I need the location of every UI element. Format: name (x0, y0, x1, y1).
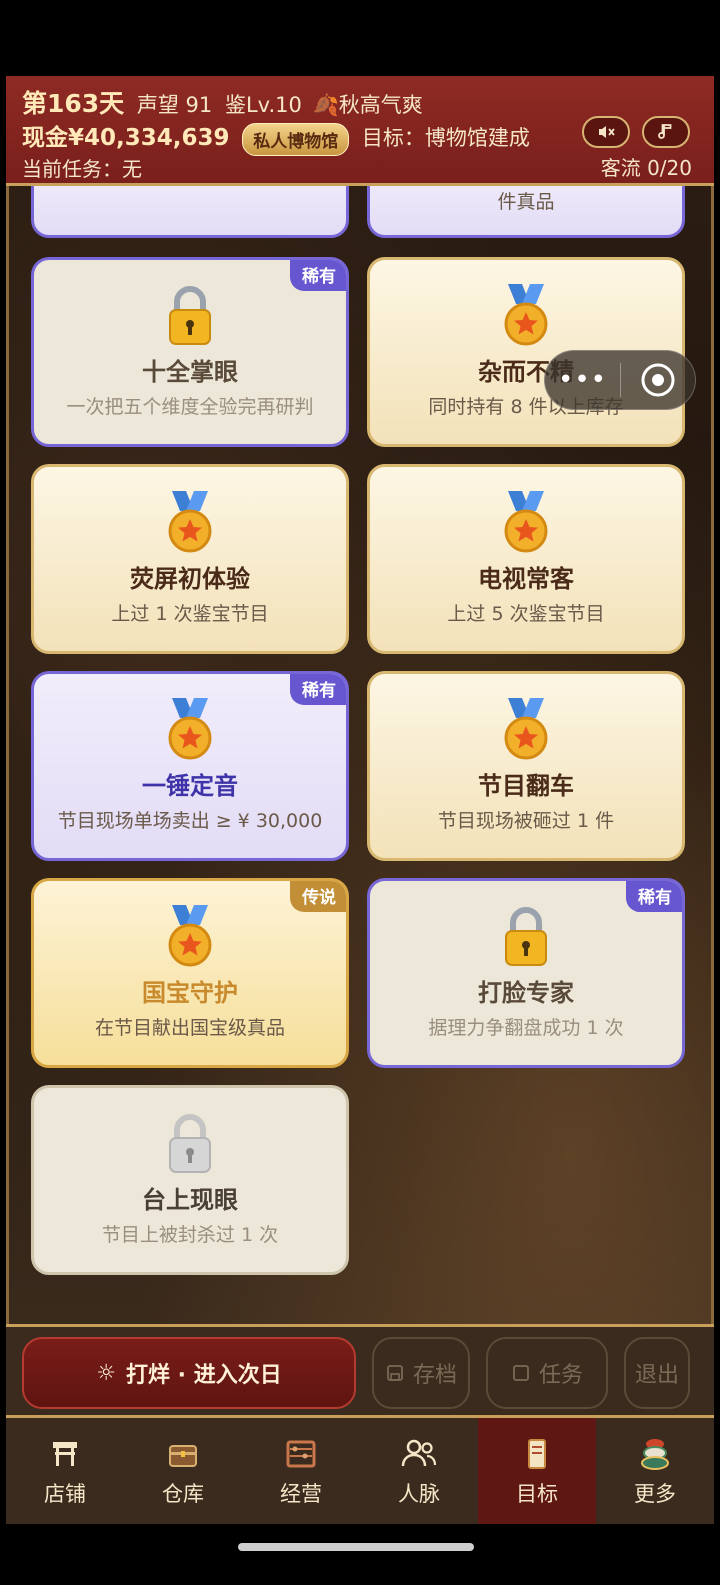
task-icon (513, 1365, 529, 1381)
achievement-title: 荧屏初体验 (130, 565, 250, 593)
achievement-title: 打脸专家 (478, 979, 574, 1007)
achievement-card[interactable]: 稀有 一锤定音 节目现场单场卖出 ≥ ¥ 30,000 (31, 671, 349, 861)
achievement-desc: 一次把五个维度全验完再研判 (66, 396, 314, 418)
scroll-icon (528, 1439, 546, 1469)
achievement-desc: 节目上被封杀过 1 次 (101, 1224, 279, 1246)
rarity-badge: 稀有 (626, 881, 682, 912)
nav-label: 经营 (280, 1482, 322, 1506)
speaker-muted-icon (599, 126, 615, 138)
achievement-desc: 节目现场被砸过 1 件 (437, 810, 615, 832)
game-header: 第163天 声望 91 鉴Lv.10 🍂秋高气爽 现金¥40,334,639 私… (6, 76, 714, 186)
home-indicator[interactable] (238, 1543, 474, 1551)
lock-icon (505, 907, 547, 966)
nav-warehouse[interactable]: 仓库 (124, 1418, 242, 1524)
achievement-title: 国宝守护 (142, 979, 238, 1007)
header-cash-row: 现金¥40,334,639 私人博物馆 目标：博物馆建成 (22, 118, 530, 156)
nav-more[interactable]: 更多 (596, 1418, 714, 1524)
reputation: 声望 91 (136, 93, 213, 117)
season-text: 秋高气爽 (338, 93, 423, 117)
more-menu-button[interactable]: ••• (545, 365, 620, 395)
abacus-icon (286, 1440, 316, 1468)
goal-text: 目标：博物馆建成 (361, 126, 530, 150)
mute-button[interactable] (582, 116, 630, 148)
achievement-desc: 在节目献出国宝级真品 (94, 1017, 285, 1039)
achievement-title: 十全掌眼 (142, 358, 238, 386)
achievement-card[interactable]: 传说 国宝守护 在节目献出国宝级真品 (31, 878, 349, 1068)
miniprogram-capsule: ••• (544, 350, 696, 410)
nav-label: 仓库 (162, 1482, 204, 1506)
nav-business[interactable]: 经营 (242, 1418, 360, 1524)
status-bar (0, 0, 720, 76)
nav-contacts[interactable]: 人脉 (360, 1418, 478, 1524)
achievement-card[interactable]: 荧屏初体验 上过 1 次鉴宝节目 (31, 464, 349, 654)
music-note-icon (658, 124, 672, 139)
nav-label: 店铺 (44, 1482, 86, 1506)
nav-shop[interactable]: 店铺 (6, 1418, 124, 1524)
rarity-badge: 稀有 (290, 674, 346, 705)
treasure-chest-icon (169, 1445, 197, 1467)
system-nav-area (0, 1524, 720, 1585)
customer-flow: 客流 0/20 (600, 156, 692, 180)
achievement-title: 节目翻车 (478, 772, 574, 800)
medal-icon (504, 698, 548, 760)
action-bar: ☼ 打烊 · 进入次日 存档 任务 退出 (6, 1324, 714, 1418)
exit-button[interactable]: 退出 (624, 1337, 690, 1409)
next-day-button[interactable]: ☼ 打烊 · 进入次日 (22, 1337, 356, 1409)
achievement-title: 台上现眼 (142, 1186, 238, 1214)
lock-icon (169, 1114, 211, 1173)
save-icon (387, 1365, 403, 1381)
current-task: 当前任务：无 (22, 157, 142, 181)
music-button[interactable] (642, 116, 690, 148)
bottom-nav: 店铺 仓库 经营 人脉 目标 更多 (6, 1418, 714, 1524)
achievement-title: 电视常客 (478, 565, 574, 593)
medal-icon (168, 491, 212, 553)
achievement-card[interactable]: 稀有 打脸专家 据理力争翻盘成功 1 次 (367, 878, 685, 1068)
achievement-card[interactable]: 电视常客 上过 5 次鉴宝节目 (367, 464, 685, 654)
achievement-card[interactable]: 节目翻车 节目现场被砸过 1 件 (367, 671, 685, 861)
nav-goals[interactable]: 目标 (478, 1418, 596, 1524)
achievement-card-partial-right[interactable]: 件真品 (367, 186, 685, 238)
task-label: 任务 (538, 1363, 583, 1388)
save-label: 存档 (412, 1363, 457, 1388)
stacked-plates-icon (641, 1439, 669, 1470)
nav-label: 人脉 (398, 1482, 440, 1506)
medal-icon (504, 491, 548, 553)
achievement-desc: 上过 1 次鉴宝节目 (111, 603, 269, 625)
achievement-desc: 据理力争翻盘成功 1 次 (428, 1017, 624, 1039)
close-miniprogram-button[interactable] (621, 362, 695, 398)
nav-label: 目标 (516, 1482, 558, 1506)
achievement-title: 一锤定音 (142, 772, 238, 800)
achievement-card[interactable]: 稀有 十全掌眼 一次把五个维度全验完再研判 (31, 257, 349, 447)
dots-icon: ••• (557, 365, 607, 395)
rarity-badge: 稀有 (290, 260, 346, 291)
task-button[interactable]: 任务 (486, 1337, 608, 1409)
achievement-desc: 件真品 (497, 191, 555, 213)
medal-icon (504, 284, 548, 346)
target-circle-icon (641, 363, 675, 397)
cash-amount: 现金¥40,334,639 (22, 125, 230, 151)
achievement-desc: 节目现场单场卖出 ≥ ¥ 30,000 (57, 810, 323, 832)
header-stats-row: 第163天 声望 91 鉴Lv.10 🍂秋高气爽 (22, 84, 423, 120)
medal-icon (168, 905, 212, 967)
leaf-icon: 🍂 (312, 93, 339, 117)
save-button[interactable]: 存档 (372, 1337, 470, 1409)
achievement-card-partial-left[interactable] (31, 186, 349, 238)
exit-label: 退出 (634, 1363, 679, 1388)
appraisal-level: 鉴Lv.10 (224, 93, 302, 117)
medal-icon (168, 698, 212, 760)
lock-icon (169, 286, 211, 345)
museum-badge: 私人博物馆 (242, 122, 350, 156)
people-icon (401, 1439, 437, 1467)
shop-icon (53, 1442, 77, 1466)
day-counter: 第163天 (22, 89, 125, 118)
rarity-badge: 传说 (290, 881, 346, 912)
achievement-desc: 上过 5 次鉴宝节目 (447, 603, 605, 625)
sun-icon: ☼ (96, 1360, 117, 1386)
nav-label: 更多 (634, 1482, 676, 1506)
next-day-label: 打烊 · 进入次日 (126, 1363, 282, 1388)
achievement-card[interactable]: 台上现眼 节目上被封杀过 1 次 (31, 1085, 349, 1275)
